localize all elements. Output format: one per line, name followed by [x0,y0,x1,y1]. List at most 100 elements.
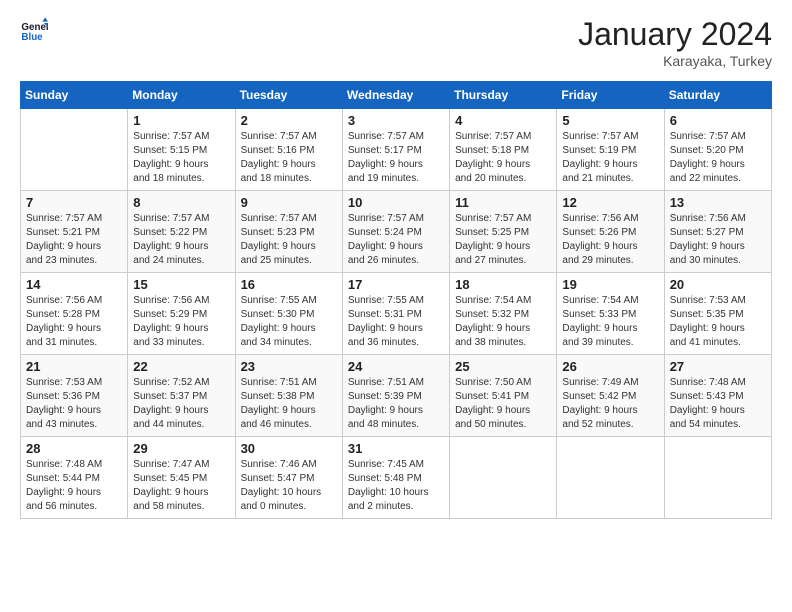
cell-content: and 46 minutes. [241,418,337,432]
cell-content: Sunset: 5:42 PM [562,390,658,404]
calendar-cell: 2Sunrise: 7:57 AMSunset: 5:16 PMDaylight… [235,109,342,191]
cell-content: and 44 minutes. [133,418,229,432]
cell-content: Sunset: 5:32 PM [455,308,551,322]
cell-content: Sunset: 5:28 PM [26,308,122,322]
col-sunday: Sunday [21,82,128,109]
cell-content: Sunrise: 7:57 AM [133,212,229,226]
calendar-cell: 19Sunrise: 7:54 AMSunset: 5:33 PMDayligh… [557,273,664,355]
cell-content: Sunrise: 7:55 AM [241,294,337,308]
cell-content: Daylight: 9 hours [133,240,229,254]
cell-content: Sunset: 5:39 PM [348,390,444,404]
cell-content: and 39 minutes. [562,336,658,350]
cell-content: Sunset: 5:48 PM [348,472,444,486]
cell-content: Sunrise: 7:56 AM [133,294,229,308]
cell-content: Sunset: 5:47 PM [241,472,337,486]
cell-content: Daylight: 9 hours [133,404,229,418]
calendar-cell: 14 Sunrise: 7:56 AMSunset: 5:28 PMDayligh… [21,273,128,355]
day-number: 27 [670,359,766,374]
cell-content: Sunrise: 7:51 AM [348,376,444,390]
day-number: 17 [348,277,444,292]
cell-content: Sunset: 5:31 PM [348,308,444,322]
cell-content: Sunset: 5:33 PM [562,308,658,322]
calendar-cell: 15Sunrise: 7:56 AMSunset: 5:29 PMDayligh… [128,273,235,355]
cell-content: Sunrise: 7:52 AM [133,376,229,390]
cell-content: and 33 minutes. [133,336,229,350]
day-number: 10 [348,195,444,210]
calendar-cell: 24Sunrise: 7:51 AMSunset: 5:39 PMDayligh… [342,355,449,437]
cell-content: Sunrise: 7:55 AM [348,294,444,308]
cell-content: Daylight: 9 hours [348,322,444,336]
calendar-cell: 11Sunrise: 7:57 AMSunset: 5:25 PMDayligh… [450,191,557,273]
cell-content: and 20 minutes. [455,172,551,186]
cell-content: Sunset: 5:26 PM [562,226,658,240]
calendar-cell: 8Sunrise: 7:57 AMSunset: 5:22 PMDaylight… [128,191,235,273]
calendar-cell: 17 Sunrise: 7:55 AMSunset: 5:31 PMDayligh… [342,273,449,355]
cell-content: Sunrise: 7:57 AM [562,130,658,144]
cell-content: Sunset: 5:35 PM [670,308,766,322]
calendar-cell [450,437,557,519]
cell-content: Daylight: 9 hours [26,404,122,418]
cell-content: Daylight: 9 hours [670,322,766,336]
cell-content: Sunrise: 7:48 AM [670,376,766,390]
cell-content: Daylight: 9 hours [455,240,551,254]
cell-content: Daylight: 9 hours [241,240,337,254]
cell-content: Sunset: 5:27 PM [670,226,766,240]
cell-content: Daylight: 9 hours [241,158,337,172]
cell-content: Sunset: 5:21 PM [26,226,122,240]
col-tuesday: Tuesday [235,82,342,109]
cell-content: Sunset: 5:38 PM [241,390,337,404]
cell-content: Sunrise: 7:53 AM [670,294,766,308]
cell-content: and 27 minutes. [455,254,551,268]
cell-content: and 34 minutes. [241,336,337,350]
cell-content: Daylight: 9 hours [348,240,444,254]
day-number: 1 [133,113,229,128]
cell-content: and 50 minutes. [455,418,551,432]
cell-content: Sunset: 5:20 PM [670,144,766,158]
calendar-cell: 7Sunrise: 7:57 AMSunset: 5:21 PMDaylight… [21,191,128,273]
cell-content: Sunset: 5:23 PM [241,226,337,240]
cell-content: Sunset: 5:36 PM [26,390,122,404]
cell-content: Daylight: 9 hours [241,404,337,418]
calendar-cell: 12Sunrise: 7:56 AMSunset: 5:26 PMDayligh… [557,191,664,273]
day-number: 22 [133,359,229,374]
day-number: 20 [670,277,766,292]
month-title: January 2024 [578,16,772,53]
cell-content: Daylight: 9 hours [562,322,658,336]
cell-content: Daylight: 9 hours [26,322,122,336]
logo: General Blue [20,16,48,44]
day-number: 14 [26,277,122,292]
cell-content: and 25 minutes. [241,254,337,268]
day-number: 18 [455,277,551,292]
day-number: 24 [348,359,444,374]
week-row-0: 1Sunrise: 7:57 AMSunset: 5:15 PMDaylight… [21,109,772,191]
cell-content: Sunset: 5:29 PM [133,308,229,322]
location: Karayaka, Turkey [578,53,772,69]
cell-content: and 54 minutes. [670,418,766,432]
cell-content: and 24 minutes. [133,254,229,268]
cell-content: Sunset: 5:43 PM [670,390,766,404]
cell-content: Sunrise: 7:57 AM [670,130,766,144]
calendar-cell: 9Sunrise: 7:57 AMSunset: 5:23 PMDaylight… [235,191,342,273]
cell-content: and 52 minutes. [562,418,658,432]
calendar-cell: 25Sunrise: 7:50 AMSunset: 5:41 PMDayligh… [450,355,557,437]
cell-content: Sunset: 5:17 PM [348,144,444,158]
cell-content: and 43 minutes. [26,418,122,432]
day-number: 8 [133,195,229,210]
cell-content: and 18 minutes. [133,172,229,186]
calendar-cell: 29Sunrise: 7:47 AMSunset: 5:45 PMDayligh… [128,437,235,519]
cell-content: and 58 minutes. [133,500,229,514]
cell-content: Sunrise: 7:56 AM [26,294,122,308]
cell-content: Daylight: 9 hours [670,240,766,254]
cell-content: Sunrise: 7:57 AM [133,130,229,144]
day-number: 26 [562,359,658,374]
calendar-cell: 28Sunrise: 7:48 AMSunset: 5:44 PMDayligh… [21,437,128,519]
header: General Blue January 2024 Karayaka, Turk… [20,16,772,69]
calendar-cell: 3Sunrise: 7:57 AMSunset: 5:17 PMDaylight… [342,109,449,191]
cell-content: and 21 minutes. [562,172,658,186]
cell-content: Sunrise: 7:57 AM [455,130,551,144]
cell-content: Daylight: 9 hours [133,486,229,500]
cell-content: Daylight: 10 hours [241,486,337,500]
cell-content: Sunrise: 7:56 AM [562,212,658,226]
day-number: 23 [241,359,337,374]
cell-content: Sunrise: 7:57 AM [348,130,444,144]
